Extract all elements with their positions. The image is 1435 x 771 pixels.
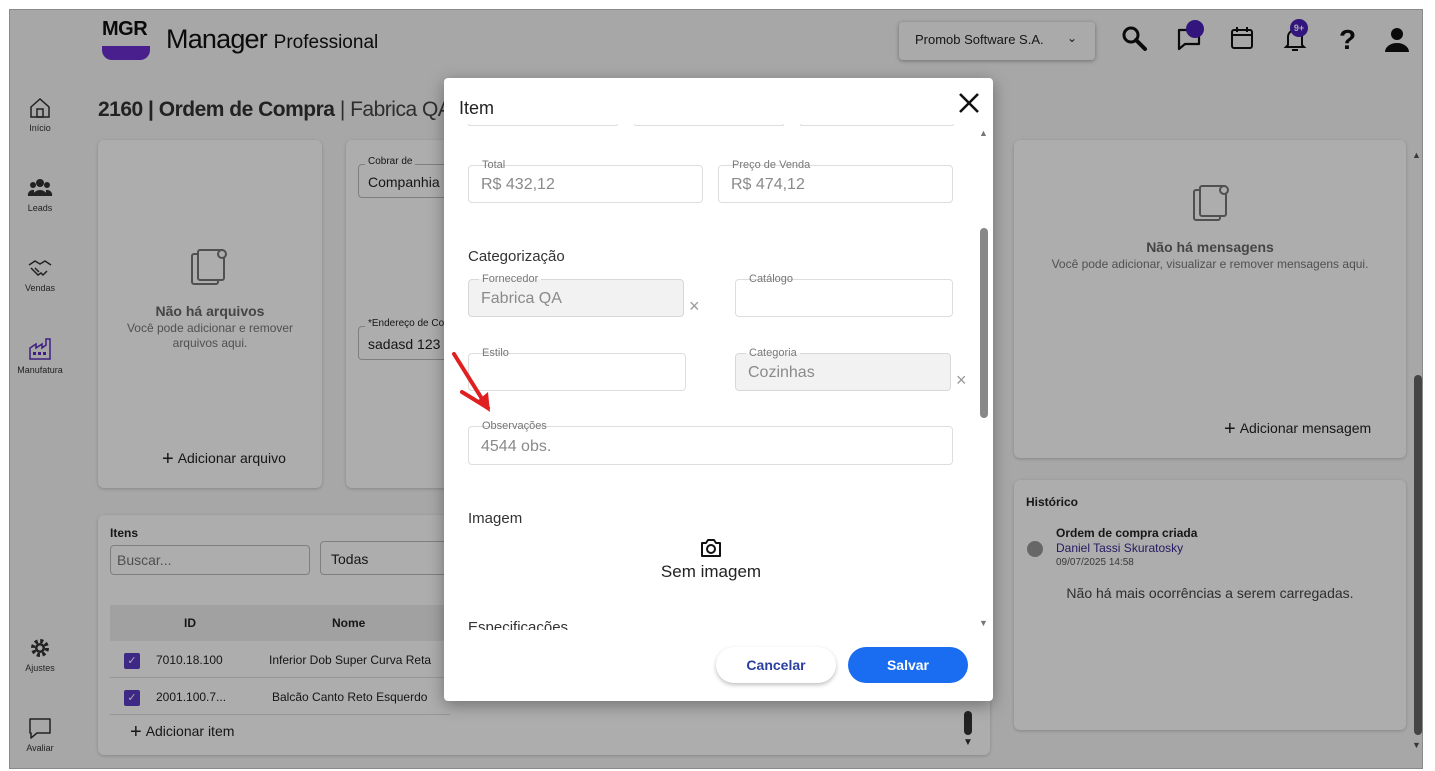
supplier-value: Fabrica QA: [481, 290, 562, 307]
modal-title: Item: [459, 98, 495, 118]
close-icon[interactable]: [956, 90, 982, 116]
app-window: MGR Manager Professional Promob Software…: [9, 9, 1423, 769]
category-field[interactable]: Categoria Cozinhas: [735, 347, 951, 391]
camera-icon[interactable]: [700, 538, 722, 558]
clear-supplier-icon[interactable]: ×: [689, 296, 700, 317]
image-title: Imagem: [468, 510, 523, 527]
clipped-field-edge: [468, 124, 618, 126]
notes-field[interactable]: Observações 4544 obs.: [468, 420, 953, 465]
clipped-field-edge: [634, 124, 784, 126]
catalog-label: Catálogo: [749, 273, 794, 285]
annotation-arrow-icon: [452, 352, 490, 412]
sale-price-value: R$ 474,12: [731, 176, 805, 193]
catalog-field[interactable]: Catálogo: [735, 273, 953, 317]
no-image-label: Sem imagem: [660, 562, 762, 581]
sale-price-field[interactable]: Preço de Venda R$ 474,12: [718, 159, 953, 203]
specs-clip: Especificações: [468, 620, 958, 630]
supplier-field[interactable]: Fornecedor Fabrica QA: [468, 273, 684, 317]
sale-price-label: Preço de Venda: [732, 159, 811, 171]
style-field[interactable]: Estilo: [468, 347, 686, 391]
category-label: Categoria: [746, 347, 800, 359]
clear-category-icon[interactable]: ×: [956, 370, 967, 391]
total-label: Total: [482, 159, 506, 171]
category-value: Cozinhas: [748, 364, 815, 381]
total-field[interactable]: Total R$ 432,12: [468, 159, 703, 203]
modal-scrollbar[interactable]: [980, 228, 988, 418]
total-value: R$ 432,12: [481, 176, 555, 193]
modal-scroll-up-icon[interactable]: ▲: [979, 128, 988, 138]
clipped-field-edge: [800, 124, 954, 126]
categorization-title: Categorização: [468, 248, 565, 265]
save-button[interactable]: Salvar: [848, 647, 968, 683]
modal-scroll-down-icon[interactable]: ▼: [979, 618, 988, 628]
specs-title: Especificações: [468, 620, 569, 630]
cancel-button[interactable]: Cancelar: [716, 647, 836, 683]
notes-label: Observações: [482, 420, 547, 432]
notes-value: 4544 obs.: [481, 438, 552, 455]
item-modal: Item Total R$ 432,12 Preço de Venda R$ 4…: [444, 78, 993, 701]
supplier-label: Fornecedor: [479, 273, 542, 285]
